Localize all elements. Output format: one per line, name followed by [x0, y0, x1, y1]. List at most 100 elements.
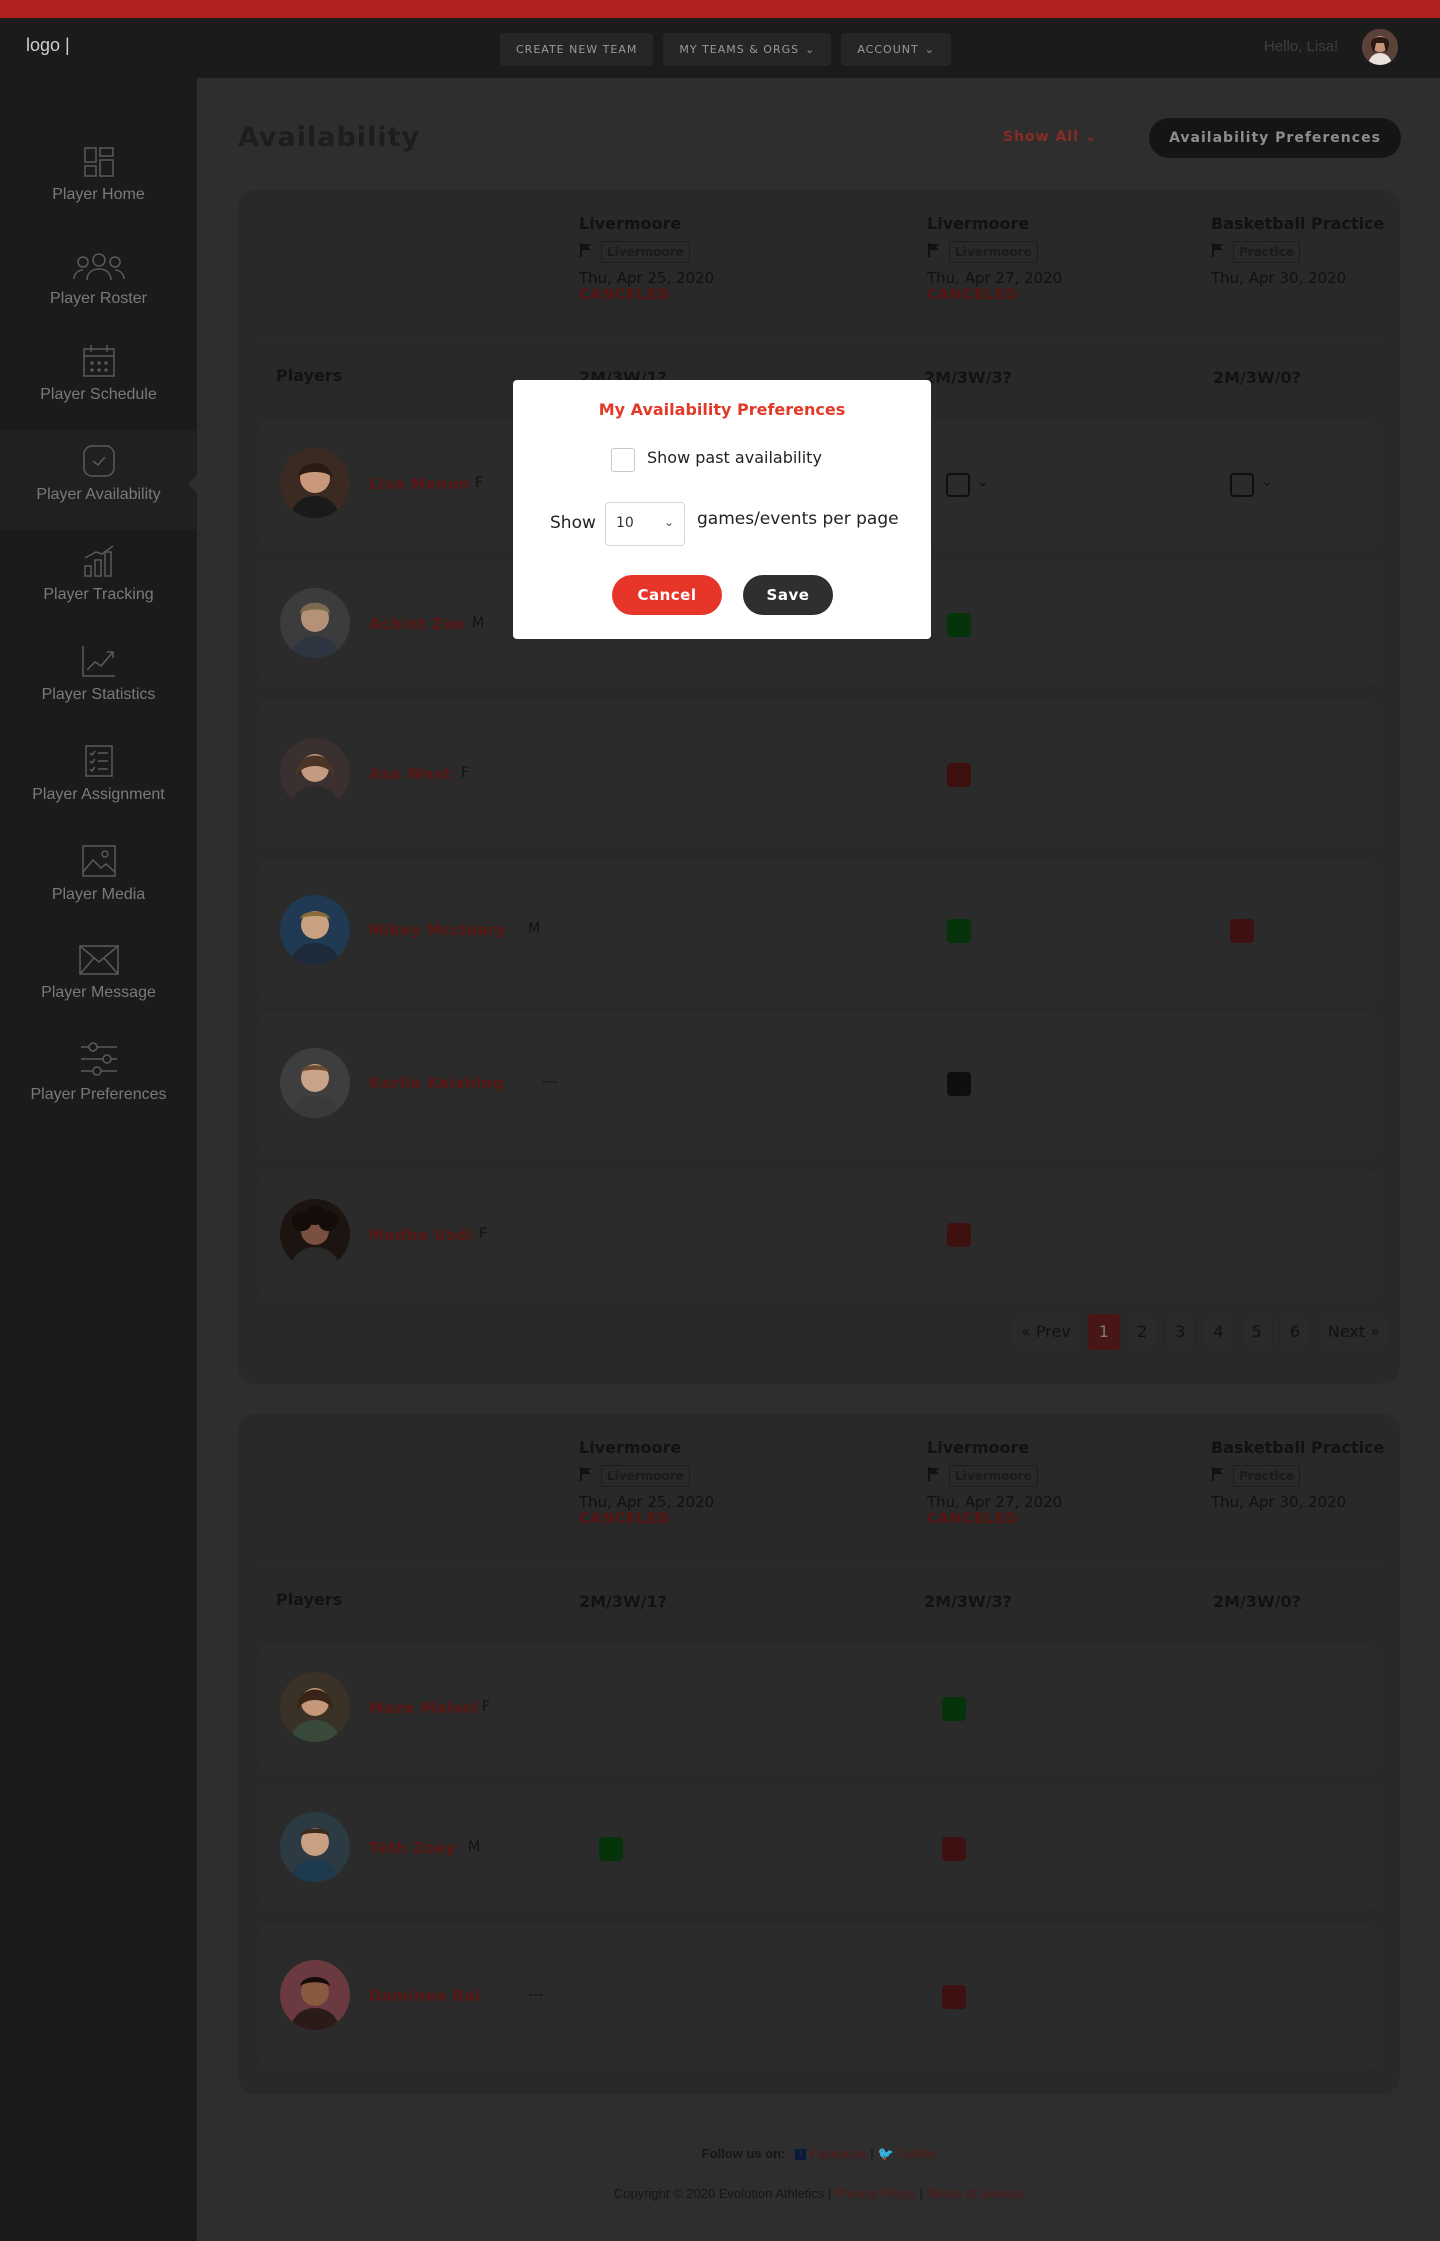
- logo[interactable]: logo |: [26, 35, 70, 56]
- separator: |: [827, 2186, 832, 2201]
- player-avatar[interactable]: [280, 1048, 350, 1118]
- event-header[interactable]: Livermoore Livermoore Thu, Apr 27, 2020 …: [927, 214, 1062, 303]
- sidebar-item-player-availability[interactable]: Player Availability: [0, 430, 198, 530]
- player-name[interactable]: Maze Maisel: [369, 1699, 478, 1717]
- availability-dropdown[interactable]: [946, 473, 970, 497]
- available-indicator[interactable]: [947, 919, 971, 943]
- pagination-page[interactable]: 2: [1125, 1314, 1159, 1350]
- facebook-link[interactable]: Facebook: [810, 2146, 867, 2161]
- sidebar-item-player-media[interactable]: Player Media: [0, 844, 197, 934]
- table-row: Maze Maisel F: [258, 1644, 1378, 1770]
- unavailable-indicator[interactable]: [942, 1837, 966, 1861]
- table-row: Teth Zoey M: [258, 1784, 1378, 1910]
- player-name[interactable]: Mikey Mccleary: [369, 921, 506, 939]
- available-indicator[interactable]: [942, 1697, 966, 1721]
- pagination: « Prev 1 2 3 4 5 6 Next »: [1010, 1314, 1392, 1350]
- table-row: Asa West F: [258, 700, 1378, 848]
- event-count: 2M/3W/1?: [579, 1592, 667, 1611]
- pagination-next[interactable]: Next »: [1316, 1314, 1392, 1350]
- player-avatar[interactable]: [280, 1199, 350, 1269]
- flag-icon: [579, 242, 593, 262]
- player-gender: ---: [542, 1074, 558, 1090]
- availability-dropdown[interactable]: [1230, 473, 1254, 497]
- player-name[interactable]: Karila Keishing: [369, 1074, 504, 1092]
- chevron-down-icon[interactable]: ⌄: [977, 474, 989, 490]
- available-indicator[interactable]: [599, 1837, 623, 1861]
- pagination-prev[interactable]: « Prev: [1010, 1314, 1082, 1350]
- no-response-indicator[interactable]: [947, 1072, 971, 1096]
- player-name[interactable]: Medha Usdi: [369, 1226, 473, 1244]
- player-avatar[interactable]: [280, 1812, 350, 1882]
- sidebar-item-player-tracking[interactable]: Player Tracking: [0, 544, 197, 634]
- user-avatar[interactable]: [1362, 29, 1398, 65]
- player-name[interactable]: Teth Zoey: [369, 1839, 456, 1857]
- player-avatar[interactable]: [280, 1672, 350, 1742]
- flag-icon: [927, 242, 941, 262]
- event-tag: Livermoore: [949, 1465, 1038, 1487]
- create-new-team-button[interactable]: CREATE NEW TEAM: [500, 33, 654, 66]
- event-tag: Practice: [1233, 241, 1301, 263]
- chevron-down-icon[interactable]: ⌄: [1261, 474, 1273, 490]
- save-button[interactable]: Save: [743, 575, 833, 615]
- player-gender: F: [461, 765, 470, 781]
- player-name[interactable]: Asa West: [369, 765, 451, 783]
- unavailable-indicator[interactable]: [947, 763, 971, 787]
- player-avatar[interactable]: [280, 1960, 350, 2030]
- pagination-page[interactable]: 6: [1278, 1314, 1311, 1350]
- terms-of-service-link[interactable]: Terms of Service: [926, 2186, 1023, 2201]
- check-circle-icon: [82, 445, 115, 477]
- unavailable-indicator[interactable]: [1230, 919, 1254, 943]
- chevron-down-icon: ⌄: [805, 43, 816, 56]
- player-name[interactable]: Lisa Menon: [369, 475, 470, 493]
- sidebar-item-player-schedule[interactable]: Player Schedule: [0, 344, 197, 434]
- sidebar-item-player-roster[interactable]: Player Roster: [0, 250, 197, 340]
- event-header[interactable]: Livermoore Livermoore Thu, Apr 25, 2020 …: [579, 1438, 714, 1527]
- unavailable-indicator[interactable]: [947, 1223, 971, 1247]
- checkbox-label[interactable]: Show past availability: [647, 448, 822, 467]
- event-header[interactable]: Livermoore Livermoore Thu, Apr 25, 2020 …: [579, 214, 714, 303]
- show-all-filter[interactable]: Show All ⌄: [1003, 129, 1098, 145]
- players-column-header: Players: [276, 1590, 343, 1609]
- per-page-select[interactable]: 10 ⌄: [605, 502, 685, 546]
- show-past-availability-checkbox[interactable]: [611, 448, 635, 472]
- cancel-button[interactable]: Cancel: [612, 575, 722, 615]
- event-tag: Practice: [1233, 1465, 1301, 1487]
- sidebar-item-player-home[interactable]: Player Home: [0, 146, 197, 236]
- available-indicator[interactable]: [947, 613, 971, 637]
- event-status: CANCELED: [927, 287, 1018, 303]
- availability-preferences-button[interactable]: Availability Preferences: [1149, 118, 1401, 158]
- player-avatar[interactable]: [280, 448, 350, 518]
- sidebar-item-player-statistics[interactable]: Player Statistics: [0, 644, 197, 734]
- player-avatar[interactable]: [280, 738, 350, 808]
- nav-label: ACCOUNT: [857, 43, 919, 56]
- sidebar-item-label: Player Availability: [36, 486, 161, 503]
- event-header[interactable]: Basketball Practice Practice Thu, Apr 30…: [1211, 214, 1384, 287]
- event-date: Thu, Apr 27, 2020: [927, 269, 1063, 287]
- player-name[interactable]: Achint Zoe: [369, 615, 465, 633]
- my-teams-orgs-menu[interactable]: MY TEAMS & ORGS ⌄: [663, 33, 832, 66]
- chevron-down-icon: ⌄: [663, 515, 674, 529]
- bar-chart-icon: [83, 545, 113, 577]
- event-title: Basketball Practice: [1211, 214, 1385, 233]
- twitter-link[interactable]: Twitter: [897, 2146, 935, 2161]
- event-title: Basketball Practice: [1211, 1438, 1385, 1457]
- modal-title: My Availability Preferences: [598, 400, 846, 419]
- event-header[interactable]: Basketball Practice Practice Thu, Apr 30…: [1211, 1438, 1384, 1511]
- pagination-page[interactable]: 3: [1164, 1314, 1197, 1350]
- account-menu[interactable]: ACCOUNT ⌄: [841, 33, 951, 66]
- sidebar-item-player-assignment[interactable]: Player Assignment: [0, 744, 197, 834]
- unavailable-indicator[interactable]: [942, 1985, 966, 2009]
- event-date: Thu, Apr 25, 2020: [579, 269, 715, 287]
- pagination-page[interactable]: 4: [1202, 1314, 1235, 1350]
- sidebar-item-player-message[interactable]: Player Message: [0, 944, 197, 1034]
- player-gender: F: [479, 1226, 488, 1242]
- sidebar-item-player-preferences[interactable]: Player Preferences: [0, 1040, 197, 1130]
- player-name[interactable]: Daminee Rai: [369, 1987, 481, 2005]
- player-avatar[interactable]: [280, 588, 350, 658]
- player-avatar[interactable]: [280, 895, 350, 965]
- event-header[interactable]: Livermoore Livermoore Thu, Apr 27, 2020 …: [927, 1438, 1062, 1527]
- privacy-policy-link[interactable]: Privacy Policy: [835, 2186, 916, 2201]
- player-gender: M: [468, 1839, 481, 1855]
- pagination-page[interactable]: 5: [1240, 1314, 1273, 1350]
- pagination-page[interactable]: 1: [1087, 1314, 1120, 1350]
